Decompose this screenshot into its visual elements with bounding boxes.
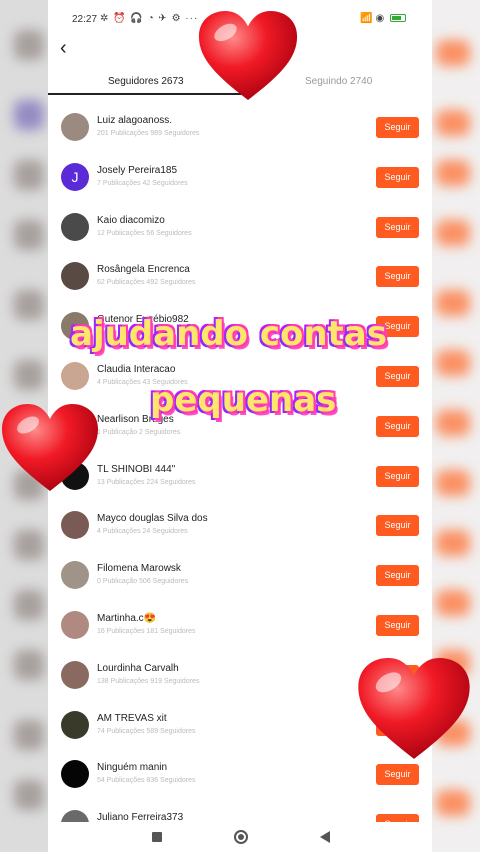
avatar[interactable] [61,611,89,639]
avatar[interactable] [61,362,89,390]
avatar[interactable] [61,262,89,291]
battery-icon [390,14,406,23]
back-arrow-icon[interactable]: ‹ [60,38,80,58]
status-time: 22:27 [72,14,98,25]
user-stats: 13 Publicações 224 Seguidores [97,478,196,486]
user-stats: 74 Publicações 589 Seguidores [97,727,196,735]
user-name[interactable]: Rosângela Encrenca [97,264,190,275]
status-icons-left: ✲ ⏰ 🎧 ◔ ✈ ⚙ ··· [100,13,199,24]
heart-sticker-top [198,11,298,100]
status-icons-right: 📶 ◉ [360,13,406,24]
user-name[interactable]: Kaio diacomizo [97,215,165,226]
avatar[interactable] [61,511,89,540]
user-name[interactable]: Ninguém manin [97,762,167,773]
list-item[interactable]: Kaio diacomizo 12 Publicações 56 Seguidor… [48,202,432,252]
list-item[interactable]: TL SHINOBI 444" 13 Publicações 224 Seguid… [48,451,432,501]
follow-button[interactable]: Seguir [376,764,419,786]
user-name[interactable]: Luiz alagoanoss. [97,115,172,126]
list-item[interactable]: Luiz alagoanoss. 201 Publicações 989 Segu… [48,102,432,152]
overlay-caption-line1: ajudando contas [70,314,387,354]
user-name[interactable]: Claudia Interacao [97,364,175,375]
follow-button[interactable]: Seguir [376,465,419,487]
tab-followers[interactable]: Seguidores 2673 [108,76,184,87]
user-name[interactable]: TL SHINOBI 444" [97,464,175,475]
user-stats: 12 Publicações 56 Seguidores [97,229,192,237]
follow-button[interactable]: Seguir [376,266,419,288]
user-name[interactable]: AM TREVAS xit [97,713,167,724]
follow-button[interactable]: Seguir [376,366,419,387]
list-item[interactable]: J Josely Pereira185 7 Publicações 42 Segui… [48,152,432,202]
follow-button[interactable]: Seguir [376,117,419,138]
tab-following[interactable]: Seguindo 2740 [305,76,372,87]
user-name[interactable]: Josely Pereira185 [97,165,177,176]
follow-button[interactable]: Seguir [376,415,419,437]
user-stats: 1 Publicação 2 Seguidores [97,428,181,436]
follow-button[interactable]: Seguir [376,515,419,537]
follow-button[interactable]: Seguir [376,166,419,188]
user-stats: 54 Publicações 836 Seguidores [97,777,196,785]
overlay-caption-line2: pequenas [150,380,337,420]
avatar[interactable] [61,561,89,590]
system-nav-bar [48,822,432,852]
signal-wifi-icon: 📶 ◉ [360,13,385,24]
heart-sticker-bottom [358,657,470,759]
user-stats: 4 Publicações 24 Seguidores [97,528,188,536]
user-name[interactable]: Lourdinha Carvalh [97,663,179,674]
list-item[interactable]: Mayco douglas Silva dos 4 Publicações 24 … [48,500,432,550]
heart-sticker-left [2,404,98,491]
home-icon[interactable] [234,830,248,844]
user-stats: 62 Publicações 492 Seguidores [97,279,196,287]
avatar[interactable] [61,760,89,789]
recent-apps-icon[interactable] [152,832,162,842]
follow-button[interactable]: Seguir [376,216,419,238]
user-stats: 16 Publicações 181 Seguidores [97,628,196,635]
list-item[interactable]: Filomena Marowsk 0 Publicação 506 Seguido… [48,550,432,600]
user-name[interactable]: Mayco douglas Silva dos [97,513,208,524]
user-name[interactable]: Martinha.c😍 [97,613,156,624]
avatar[interactable] [61,212,89,241]
list-item[interactable]: Martinha.c😍 16 Publicações 181 Seguidores… [48,600,432,650]
user-stats: 7 Publicações 42 Seguidores [97,179,188,187]
avatar[interactable] [61,660,89,689]
user-name[interactable]: Filomena Marowsk [97,563,181,574]
list-item[interactable]: Rosângela Encrenca 62 Publicações 492 Seg… [48,251,432,301]
avatar[interactable]: J [61,162,89,191]
avatar[interactable] [61,710,89,739]
avatar[interactable] [61,113,89,141]
user-stats: 0 Publicação 506 Seguidores [97,578,189,586]
user-stats: 138 Publicações 919 Seguidores [97,677,200,685]
back-triangle-icon[interactable] [320,831,330,843]
follow-button[interactable]: Seguir [376,615,419,636]
follow-button[interactable]: Seguir [376,565,419,587]
user-stats: 201 Publicações 989 Seguidores [97,130,200,137]
